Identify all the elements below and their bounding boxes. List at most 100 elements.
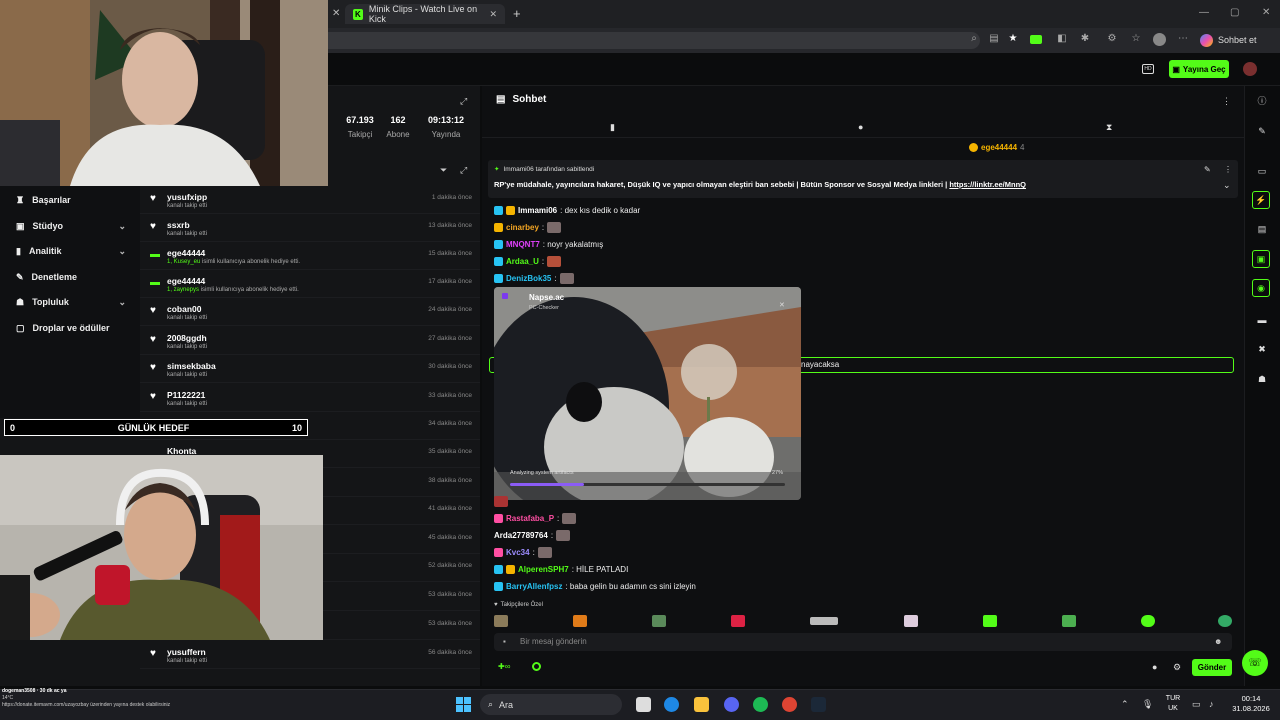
- user-avatar[interactable]: [1243, 62, 1257, 76]
- activity-row[interactable]: ♥ simsekbaba kanalı takip etti 30 dakika ön…: [140, 355, 480, 383]
- info-icon[interactable]: ⓘ: [1255, 94, 1269, 108]
- emote-icon[interactable]: [494, 615, 508, 627]
- hourglass-icon[interactable]: ⧗: [1106, 122, 1112, 133]
- chat-message[interactable]: Kvc34:: [494, 545, 552, 560]
- discord-icon[interactable]: [724, 697, 739, 712]
- reader-icon[interactable]: ▤: [988, 33, 1000, 45]
- filter-icon[interactable]: ⏷: [440, 165, 447, 176]
- emote-icon[interactable]: [1218, 615, 1232, 627]
- zoom-icon[interactable]: ⌕: [968, 33, 980, 45]
- steam-icon[interactable]: [811, 697, 826, 712]
- chat-message[interactable]: BarryAllenfpsz: baba gelin bu adamın cs …: [494, 579, 696, 594]
- activity-row[interactable]: ♥ 2008ggdh kanalı takip etti 27 dakika önce: [140, 327, 480, 355]
- extension-icon[interactable]: ◧: [1056, 33, 1068, 45]
- chat-message[interactable]: cinarbey:: [494, 220, 562, 235]
- bookmark-star-icon[interactable]: ★: [1007, 33, 1019, 45]
- emote-icon[interactable]: [904, 615, 918, 627]
- chat-message[interactable]: Arda27789764:: [494, 528, 571, 543]
- monitor-icon[interactable]: ▭: [1255, 164, 1269, 178]
- emote-icon[interactable]: [652, 615, 666, 627]
- pinned-link[interactable]: https://linktr.ee/MnnQ: [949, 180, 1026, 189]
- window-close-icon[interactable]: ✕: [1262, 7, 1270, 18]
- menu-item-achievements[interactable]: ♜ Başarılar: [0, 190, 140, 210]
- emote-icon[interactable]: [573, 615, 587, 627]
- edge-icon[interactable]: [664, 697, 679, 712]
- chat-message[interactable]: Rastafaba_P:: [494, 511, 577, 526]
- emote-icon[interactable]: [983, 615, 997, 627]
- chat-message[interactable]: [494, 494, 508, 509]
- chevron-down-icon[interactable]: ⌄: [1223, 180, 1231, 191]
- popup-close-icon[interactable]: ✕: [779, 301, 785, 309]
- chat-rail-icon[interactable]: ▣: [1252, 250, 1270, 268]
- taskbar-search[interactable]: ⌕ Ara: [480, 694, 622, 715]
- activity-row[interactable]: ▬ ege44444 1, zaynepys isimli kullanıcıya …: [140, 270, 480, 298]
- task-view-icon[interactable]: [636, 697, 651, 712]
- emote-icon[interactable]: [731, 615, 745, 627]
- emote-icon[interactable]: [1141, 615, 1155, 627]
- new-tab-icon[interactable]: +: [513, 6, 521, 21]
- emote-icon[interactable]: [1062, 615, 1076, 627]
- chat-message[interactable]: MNQNT7: noyr yakalatmış: [494, 237, 603, 252]
- file-explorer-icon[interactable]: [694, 697, 709, 712]
- puzzle-icon[interactable]: ✱: [1079, 33, 1091, 45]
- chat-bubble-icon[interactable]: ●: [1152, 662, 1157, 672]
- pinned-menu-icon[interactable]: ⋮: [1224, 165, 1232, 174]
- emote-icon[interactable]: [810, 617, 838, 625]
- lightning-icon[interactable]: ⚡: [1252, 191, 1270, 209]
- chat-status-icon[interactable]: [532, 662, 541, 671]
- top-gifter[interactable]: ege44444 4: [969, 143, 1024, 152]
- message-icon[interactable]: ●: [858, 122, 863, 132]
- settings-extension-icon[interactable]: ⚙: [1106, 33, 1118, 45]
- copilot-button[interactable]: Sohbet et: [1200, 31, 1272, 49]
- windows-start-icon[interactable]: [456, 697, 471, 712]
- chat-menu-icon[interactable]: ⋮: [1222, 96, 1231, 107]
- activity-row[interactable]: ♥ yusufxipp kanalı takip etti 1 dakika önce: [140, 186, 480, 214]
- trash-icon[interactable]: ▮: [610, 122, 615, 133]
- popout-icon[interactable]: ⤢: [460, 165, 467, 176]
- expand-icon[interactable]: ⤢: [460, 96, 467, 107]
- spotify-icon[interactable]: [753, 697, 768, 712]
- chat-message[interactable]: Immami06: dex kıs dedik o kadar: [494, 203, 640, 218]
- volume-icon[interactable]: ♪: [1209, 699, 1214, 709]
- minimize-icon[interactable]: —: [1199, 7, 1209, 18]
- hammer-icon[interactable]: ✖: [1255, 342, 1269, 356]
- activity-row[interactable]: ♥ ssxrb kanalı takip etti 13 dakika önce: [140, 214, 480, 242]
- tab-kick[interactable]: K Minik Clips - Watch Live on Kick ✕: [345, 4, 505, 24]
- send-button[interactable]: Gönder: [1192, 659, 1232, 676]
- system-clock[interactable]: 00:14 31.08.2026: [1228, 694, 1274, 714]
- target-icon[interactable]: ◉: [1252, 279, 1270, 297]
- menu-item-moderation[interactable]: ✎ Denetleme: [0, 267, 140, 287]
- box-icon[interactable]: ▬: [1255, 313, 1269, 327]
- hd-icon[interactable]: HD: [1142, 64, 1154, 74]
- close-tab-icon[interactable]: ✕: [489, 9, 497, 20]
- chat-message[interactable]: DenizBok35:: [494, 271, 574, 286]
- users-icon[interactable]: ☗: [1255, 372, 1269, 386]
- list-icon[interactable]: ▤: [1255, 222, 1269, 236]
- avatar[interactable]: [1153, 33, 1166, 46]
- menu-item-studio[interactable]: ▣ Stüdyo ⌄: [0, 216, 140, 236]
- close-prev-tab-icon[interactable]: ✕: [332, 8, 340, 19]
- chat-points-icon[interactable]: ✚∞: [498, 662, 510, 671]
- menu-item-analytics[interactable]: ▮ Analitik ⌄: [0, 241, 140, 261]
- more-menu-icon[interactable]: ⋯: [1177, 33, 1189, 45]
- activity-row[interactable]: ♥ yusuffern kanalı takip etti 56 dakika önc…: [140, 641, 480, 669]
- menu-item-drops[interactable]: ▢ Droplar ve ödüller: [0, 318, 140, 338]
- tray-chevron-icon[interactable]: ⌃: [1121, 699, 1129, 710]
- emoji-icon[interactable]: ☻: [1214, 637, 1222, 646]
- support-chat-icon[interactable]: ☏: [1242, 650, 1268, 676]
- maximize-icon[interactable]: ▢: [1230, 7, 1239, 18]
- activity-row[interactable]: ♥ coban00 kanalı takip etti 24 dakika önce: [140, 298, 480, 326]
- go-live-button[interactable]: ▣ Yayına Geç: [1169, 60, 1229, 78]
- language-indicator[interactable]: TUR UK: [1163, 694, 1183, 714]
- chat-settings-icon[interactable]: ⚙: [1173, 662, 1181, 673]
- favorites-icon[interactable]: ☆: [1130, 33, 1142, 45]
- activity-row[interactable]: ▬ ege44444 1, Kusey_eu isimli kullanıcıya …: [140, 242, 480, 270]
- chat-message[interactable]: AlperenSPH7: HİLE PATLADI: [494, 562, 628, 577]
- url-field[interactable]: [320, 32, 980, 49]
- network-icon[interactable]: ▭: [1192, 699, 1201, 710]
- menu-item-community[interactable]: ☗ Topluluk ⌄: [0, 292, 140, 312]
- chrome-icon[interactable]: [782, 697, 797, 712]
- activity-row[interactable]: ♥ P1122221 kanalı takip etti 33 dakika önce: [140, 384, 480, 412]
- unpin-icon[interactable]: ✎: [1204, 165, 1211, 174]
- chat-input[interactable]: ▪ Bir mesaj gönderin ☻: [494, 633, 1232, 651]
